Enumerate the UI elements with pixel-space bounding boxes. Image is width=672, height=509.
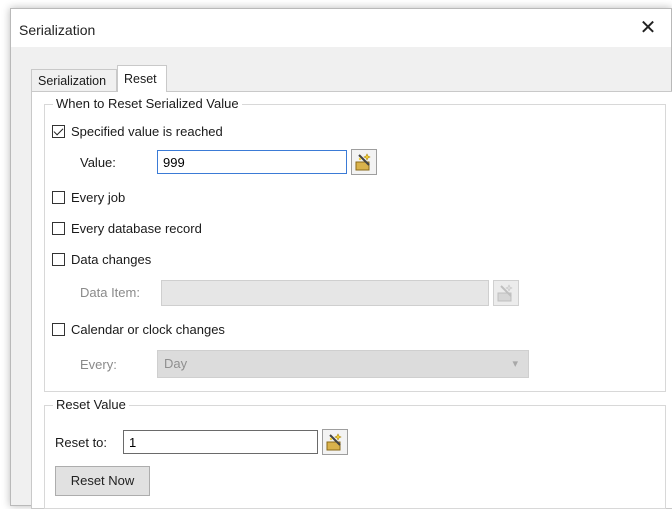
every-job-checkbox-box[interactable] [52,190,65,204]
wizard-icon [497,284,513,302]
data-item-wizard-button[interactable] [493,280,519,306]
tab-serialization[interactable]: Serialization [31,69,117,91]
tab-reset[interactable]: Reset [117,65,167,92]
title-bar: Serialization ✕ [11,9,671,47]
reset-value-group-label: Reset Value [53,397,129,412]
reset-to-label: Reset to: [55,435,108,450]
every-job-label: Every job [71,189,126,205]
checkbox-check-icon[interactable] [52,124,65,138]
every-select[interactable]: Day ▾ [157,350,529,378]
calendar-clock-checkbox-box[interactable] [52,322,65,336]
window-title: Serialization [19,22,96,38]
data-changes-checkbox[interactable]: Data changes [52,250,151,268]
data-item-label: Data Item: [80,285,140,300]
every-label: Every: [80,357,117,372]
value-input[interactable] [157,150,347,174]
reset-to-wizard-button[interactable] [322,429,348,455]
data-changes-checkbox-box[interactable] [52,252,65,266]
calendar-clock-label: Calendar or clock changes [71,321,225,337]
reset-tab-panel: When to Reset Serialized Value Specified… [31,91,672,509]
every-select-value: Day [164,356,188,371]
chevron-down-icon: ▾ [512,358,518,370]
every-database-record-checkbox-box[interactable] [52,221,65,235]
close-icon[interactable]: ✕ [625,9,671,47]
specified-value-checkbox[interactable]: Specified value is reached [52,122,223,140]
reset-now-button[interactable]: Reset Now [55,466,150,496]
specified-value-label: Specified value is reached [71,123,223,139]
wizard-icon [326,433,342,451]
value-wizard-button[interactable] [351,149,377,175]
when-to-reset-group: When to Reset Serialized Value Specified… [44,96,666,392]
data-changes-label: Data changes [71,251,152,267]
when-to-reset-group-label: When to Reset Serialized Value [53,96,242,111]
reset-value-group: Reset Value Reset to: Reset Now [44,397,666,509]
serialization-dialog: Serialization ✕ Serialization Reset When… [10,8,672,509]
calendar-clock-checkbox[interactable]: Calendar or clock changes [52,320,225,338]
every-database-record-checkbox[interactable]: Every database record [52,219,202,237]
wizard-icon [355,153,371,171]
every-database-record-label: Every database record [71,220,202,236]
reset-to-input[interactable] [123,430,318,454]
data-item-input[interactable] [161,280,489,306]
every-job-checkbox[interactable]: Every job [52,188,125,206]
value-label: Value: [80,155,116,170]
